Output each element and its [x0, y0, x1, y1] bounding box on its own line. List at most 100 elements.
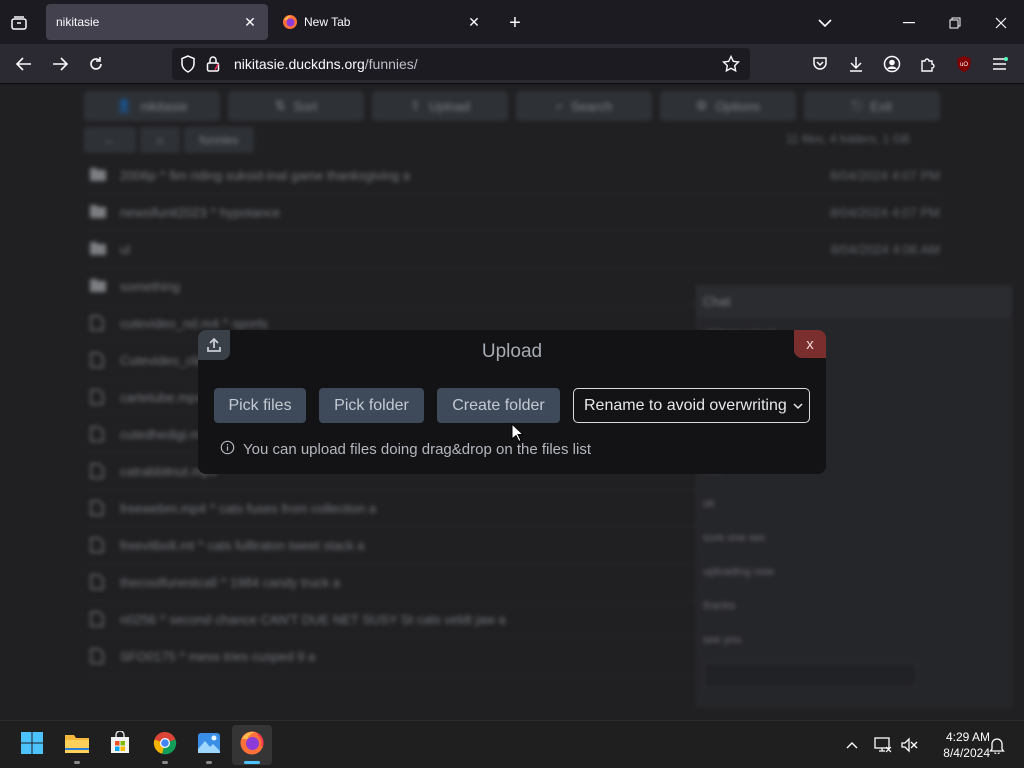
reload-icon[interactable] — [82, 50, 110, 78]
clock-time: 4:29 AM — [945, 730, 990, 744]
bookmark-star-icon[interactable] — [721, 54, 741, 78]
upload-hint: You can upload files doing drag&drop on … — [220, 440, 591, 459]
breadcrumb-current[interactable]: funnies — [184, 127, 254, 153]
new-tab-plus-icon[interactable]: + — [504, 12, 526, 34]
extensions-puzzle-icon[interactable] — [914, 50, 942, 78]
tracking-protection-shield-icon[interactable] — [180, 55, 196, 78]
chat-message: thanks — [703, 600, 736, 612]
row-name: thecoolfunestcall ^ 1984 candy truck a — [120, 575, 341, 590]
show-hidden-icons-chevron-icon[interactable] — [844, 733, 860, 757]
modal-close-button[interactable]: x — [794, 330, 826, 358]
file-icon — [90, 500, 106, 516]
folder-row[interactable]: newsifunit2023 ^ hypotance 8/04/2024 4:07… — [84, 194, 944, 231]
folder-icon — [90, 204, 106, 218]
tab-overview-icon[interactable] — [8, 12, 30, 34]
tab-label: nikitasie — [56, 15, 100, 29]
tab-close-icon[interactable]: ✕ — [466, 14, 482, 30]
create-folder-button[interactable]: Create folder — [437, 388, 560, 423]
firefox-icon — [282, 14, 298, 30]
volume-muted-icon[interactable] — [900, 733, 918, 757]
folder-row[interactable]: 2006p ^ fim riding suksid-inal game than… — [84, 157, 944, 194]
notification-bell-icon[interactable] — [988, 733, 1006, 757]
tab-close-icon[interactable]: ✕ — [242, 14, 258, 30]
photos-icon — [197, 732, 221, 759]
close-window-icon[interactable] — [990, 12, 1012, 34]
taskbar-photos[interactable] — [189, 725, 229, 765]
toolbar-label: Sort — [293, 98, 318, 114]
system-clock[interactable]: 4:29 AM 8/4/2024 — [918, 729, 990, 761]
file-icon — [90, 426, 106, 442]
list-summary: 11 files, 4 folders, 1 GB — [786, 132, 910, 146]
row-name: newsifunit2023 ^ hypotance — [120, 205, 281, 220]
toolbar-label: Upload — [428, 98, 471, 114]
breadcrumb-back-button[interactable]: ← — [84, 127, 136, 153]
upload-modal: Upload x Pick files Pick folder Create f… — [198, 330, 826, 474]
chevron-down-icon — [793, 399, 803, 417]
breadcrumb-home[interactable]: ⌂ — [140, 127, 180, 153]
restore-icon[interactable] — [944, 12, 966, 34]
tab-nikitasie[interactable]: nikitasie ✕ — [46, 4, 268, 40]
minimize-icon[interactable] — [898, 12, 920, 34]
chat-input[interactable] — [703, 662, 917, 688]
folder-icon — [90, 241, 106, 255]
sort-icon: ⇅ — [274, 98, 286, 113]
toolbar-upload-button[interactable]: ⇪ Upload — [372, 91, 508, 121]
row-name: SFO0175 ^ mess tries cusped 9 a — [120, 649, 316, 664]
toolbar-label: nikitasie — [140, 98, 188, 114]
info-icon — [220, 440, 235, 459]
toolbar-exit-button[interactable]: ⎋ Exit — [804, 91, 940, 121]
user-icon: 👤 — [116, 98, 133, 113]
toolbar-sort-button[interactable]: ⇅ Sort — [228, 91, 364, 121]
back-icon[interactable] — [10, 50, 38, 78]
taskbar-file-explorer[interactable] — [57, 725, 97, 765]
tab-new-tab[interactable]: New Tab ✕ — [270, 4, 492, 40]
downloads-icon[interactable] — [842, 50, 870, 78]
taskbar-microsoft-store[interactable] — [100, 725, 140, 765]
account-icon[interactable] — [878, 50, 906, 78]
folder-row[interactable]: ul 8/04/2024 4:06 AM — [84, 231, 944, 268]
toolbar-options-button[interactable]: ⚙ Options — [660, 91, 796, 121]
forward-icon[interactable] — [46, 50, 74, 78]
file-icon — [90, 537, 106, 553]
tab-label: New Tab — [304, 15, 351, 29]
row-name: something — [120, 279, 180, 294]
chat-title: Chat — [697, 286, 1011, 318]
breadcrumb-label: funnies — [199, 133, 239, 147]
url-text[interactable]: nikitasie.duckdns.org/funnies/ — [234, 56, 418, 72]
microsoft-store-icon — [108, 729, 132, 760]
upload-hint-text: You can upload files doing drag&drop on … — [243, 441, 592, 458]
taskbar-chrome[interactable] — [145, 725, 185, 765]
file-icon — [90, 463, 106, 479]
address-bar[interactable]: nikitasie.duckdns.org/funnies/ — [172, 48, 750, 80]
taskbar-firefox[interactable] — [232, 725, 272, 765]
toolbar-label: Search — [571, 98, 613, 114]
pick-folder-button[interactable]: Pick folder — [319, 388, 424, 423]
file-icon — [90, 389, 106, 405]
url-path: /funnies/ — [364, 56, 418, 72]
menu-hamburger-icon[interactable] — [986, 50, 1014, 78]
row-name: n0256 ^ second chance CAN'T DUE NET SUSY… — [120, 612, 506, 627]
gear-icon: ⚙ — [695, 98, 708, 113]
browser-tab-strip: nikitasie ✕ New Tab ✕ + — [0, 0, 1024, 44]
ublock-origin-icon[interactable]: uO — [950, 50, 978, 78]
pocket-icon[interactable] — [806, 50, 834, 78]
toolbar-user-button[interactable]: 👤 nikitasie — [84, 91, 220, 121]
clock-date: 8/4/2024 — [943, 746, 990, 760]
start-button[interactable] — [12, 725, 52, 765]
home-icon: ⌂ — [156, 133, 164, 147]
list-all-tabs-chevron-icon[interactable] — [814, 12, 836, 34]
modal-title: Upload — [481, 341, 543, 362]
folder-icon — [90, 167, 106, 181]
svg-text:uO: uO — [960, 62, 968, 68]
row-date: 8/04/2024 4:07 PM — [830, 168, 940, 183]
arrow-left-icon: ← — [104, 133, 116, 147]
file-icon — [90, 574, 106, 590]
pick-files-button[interactable]: Pick files — [214, 388, 306, 423]
file-icon — [90, 352, 106, 368]
network-icon[interactable] — [874, 733, 892, 757]
toolbar-search-button[interactable]: ⌕ Search — [516, 91, 652, 121]
overwrite-policy-select[interactable]: Rename to avoid overwriting — [573, 388, 810, 423]
windows-start-icon — [20, 731, 44, 760]
lock-icon[interactable] — [206, 55, 220, 78]
row-name: 2006p ^ fim riding suksid-inal game than… — [120, 168, 411, 183]
